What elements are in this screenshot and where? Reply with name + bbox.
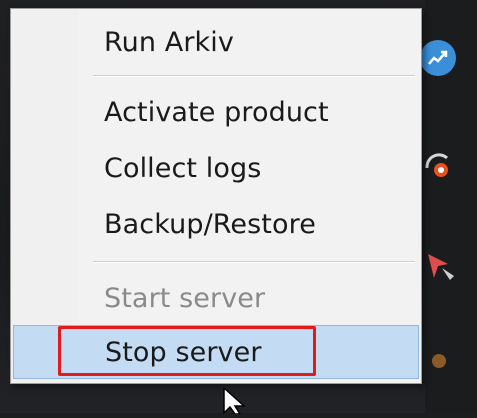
menu-item-activate-product[interactable]: Activate product bbox=[13, 85, 419, 139]
pin-icon[interactable] bbox=[424, 250, 460, 284]
menu-item-backup-restore[interactable]: Backup/Restore bbox=[13, 197, 419, 251]
menu-separator bbox=[93, 75, 415, 77]
highlight-annotation bbox=[58, 326, 316, 376]
chart-icon[interactable] bbox=[420, 40, 456, 76]
menu-item-label: Start server bbox=[104, 282, 266, 314]
tray-icon[interactable] bbox=[428, 350, 450, 372]
menu-item-run-arkiv[interactable]: Run Arkiv bbox=[13, 15, 419, 69]
menu-item-start-server: Start server bbox=[13, 271, 419, 325]
menu-item-label: Collect logs bbox=[104, 152, 262, 184]
menu-item-collect-logs[interactable]: Collect logs bbox=[13, 141, 419, 195]
sync-icon[interactable] bbox=[421, 148, 459, 182]
menu-item-label: Backup/Restore bbox=[104, 208, 316, 240]
menu-item-label: Run Arkiv bbox=[104, 26, 234, 58]
cursor-icon bbox=[222, 386, 252, 418]
menu-item-label: Activate product bbox=[104, 96, 329, 128]
menu-separator bbox=[93, 261, 415, 263]
